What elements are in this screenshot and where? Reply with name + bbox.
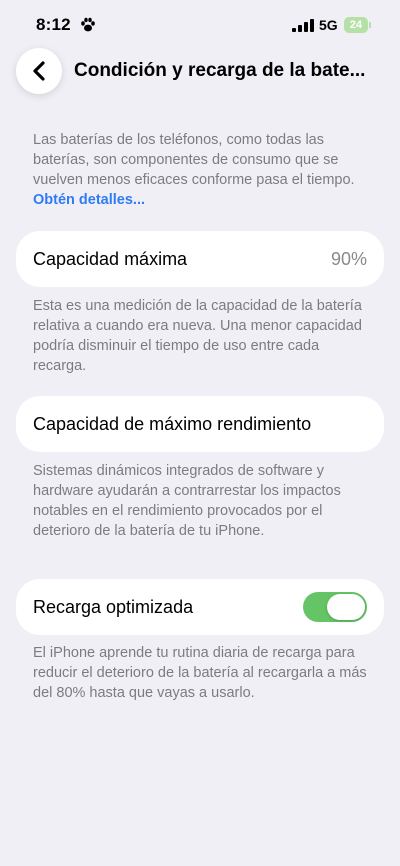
back-button[interactable]	[16, 48, 62, 94]
battery-cap	[369, 22, 371, 28]
cellular-signal-icon	[292, 19, 314, 32]
toggle-knob	[327, 594, 365, 620]
optimized-charging-row: Recarga optimizada	[16, 579, 384, 635]
max-capacity-label: Capacidad máxima	[33, 248, 188, 269]
battery-level: 24	[349, 19, 363, 31]
learn-more-link[interactable]: Obtén detalles...	[33, 192, 145, 208]
page-title: Condición y recarga de la bate...	[74, 60, 366, 81]
max-capacity-row: Capacidad máxima 90%	[16, 231, 384, 287]
peak-performance-label: Capacidad de máximo rendimiento	[33, 413, 312, 434]
battery-icon: 24	[344, 17, 371, 33]
max-capacity-value: 90%	[330, 248, 367, 269]
status-time: 8:12	[36, 15, 71, 34]
peak-performance-row: Capacidad de máximo rendimiento	[16, 396, 384, 452]
network-type: 5G	[319, 17, 338, 33]
peak-performance-description: Sistemas dinámicos integrados de softwar…	[33, 463, 341, 539]
status-bar: 8:12 5G 24	[0, 0, 400, 52]
chevron-left-icon	[33, 61, 45, 81]
intro-text: Las baterías de los teléfonos, como toda…	[33, 130, 369, 210]
optimized-charging-toggle[interactable]	[303, 592, 367, 622]
optimized-charging-description: El iPhone aprende tu rutina diaria de re…	[33, 645, 367, 701]
optimized-charging-label: Recarga optimizada	[33, 596, 194, 617]
intro-body: Las baterías de los teléfonos, como toda…	[33, 132, 355, 188]
max-capacity-description: Esta es una medición de la capacidad de …	[33, 298, 362, 374]
paw-icon	[81, 17, 95, 32]
